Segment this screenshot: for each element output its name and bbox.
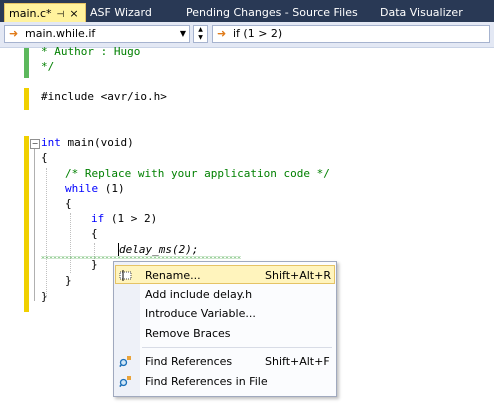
code-line: */ [41,60,55,73]
menu-item-label: Rename... [145,269,201,282]
code-line: #include <avr/io.h> [41,90,167,103]
keyword: while [65,182,99,195]
context-menu: Rename... Shift+Alt+R Add include delay.… [113,261,337,397]
code-line: } [41,290,48,303]
code-line: } [91,258,98,271]
close-tab-icon[interactable]: × [69,7,78,20]
tab-main-c[interactable]: main.c* ⊣ × [4,3,86,22]
tab-asf-wizard[interactable]: ASF Wizard [90,3,152,22]
code-line: delay_ms(2); [118,242,198,257]
menu-item-shortcut: Shift+Alt+F [265,355,330,368]
scope-dropdown[interactable]: ➜ main.while.if ▼ [4,25,190,43]
down-arrow-icon[interactable]: ▼ [194,34,207,42]
saved-change-bar [24,48,29,78]
code-line: if (1 > 2) [91,211,157,226]
unsaved-change-bar [24,136,29,312]
member-dropdown[interactable]: ➜ if (1 > 2) [212,25,490,43]
menu-item-find-references-in-file[interactable]: Find References in File [116,372,334,391]
menu-item-remove-braces[interactable]: Remove Braces [116,324,334,343]
code-text: main(void) [60,136,134,149]
code-text: delay_ms(2); [119,243,199,256]
menu-item-label: Add include delay.h [145,288,253,301]
code-line: int main(void) [41,135,134,150]
tab-data-visualizer-label: Data Visualizer [380,6,463,19]
menu-item-find-references[interactable]: Find References Shift+Alt+F [116,352,334,371]
menu-item-shortcut: Shift+Alt+R [265,269,331,282]
menu-item-label: Find References in File [145,375,268,388]
error-squiggle [41,256,241,259]
tab-pending-changes-label: Pending Changes - Source Files [186,6,358,19]
outline-line [34,143,35,301]
code-text: (1 > 2) [104,212,158,225]
rename-icon [119,269,132,282]
menu-item-add-include[interactable]: Add include delay.h [116,285,334,304]
tab-asf-wizard-label: ASF Wizard [90,6,152,19]
unsaved-change-bar [24,88,29,110]
collapse-icon[interactable]: − [30,139,40,149]
keyword: if [91,212,105,225]
scope-dropdown-value: main.while.if [25,27,96,40]
tab-pending-changes[interactable]: Pending Changes - Source Files [186,3,358,22]
up-arrow-icon[interactable]: ▲ [194,26,207,34]
nav-up-down-button[interactable]: ▲ ▼ [193,25,208,43]
member-dropdown-value: if (1 > 2) [233,27,283,40]
menu-item-label: Introduce Variable... [145,307,256,320]
code-line: /* Replace with your application code */ [65,167,330,180]
code-line: while (1) [65,181,125,196]
code-line: { [91,227,98,240]
code-line: { [41,151,48,164]
keyword: int [41,136,61,149]
member-arrow-icon: ➜ [217,27,227,40]
find-references-file-icon [119,375,132,388]
menu-separator [142,347,332,348]
code-text: (1) [98,182,125,195]
code-line: * Author : Hugo [41,45,141,58]
menu-item-label: Remove Braces [145,327,231,340]
pin-icon[interactable]: ⊣ [57,10,65,20]
menu-item-label: Find References [145,355,233,368]
scope-arrow-icon: ➜ [9,27,19,40]
tab-data-visualizer[interactable]: Data Visualizer [380,3,463,22]
menu-item-introduce-variable[interactable]: Introduce Variable... [116,304,334,323]
indent-guide [70,213,71,273]
menu-item-rename[interactable]: Rename... Shift+Alt+R [115,265,335,284]
document-tab-strip: main.c* ⊣ × ASF Wizard Pending Changes - S… [0,0,494,22]
indent-guide [46,168,47,296]
chevron-down-icon: ▼ [179,29,186,38]
find-references-icon [119,355,132,368]
tab-main-c-label: main.c* [9,7,52,20]
code-line: { [65,197,72,210]
code-line: } [65,274,72,287]
